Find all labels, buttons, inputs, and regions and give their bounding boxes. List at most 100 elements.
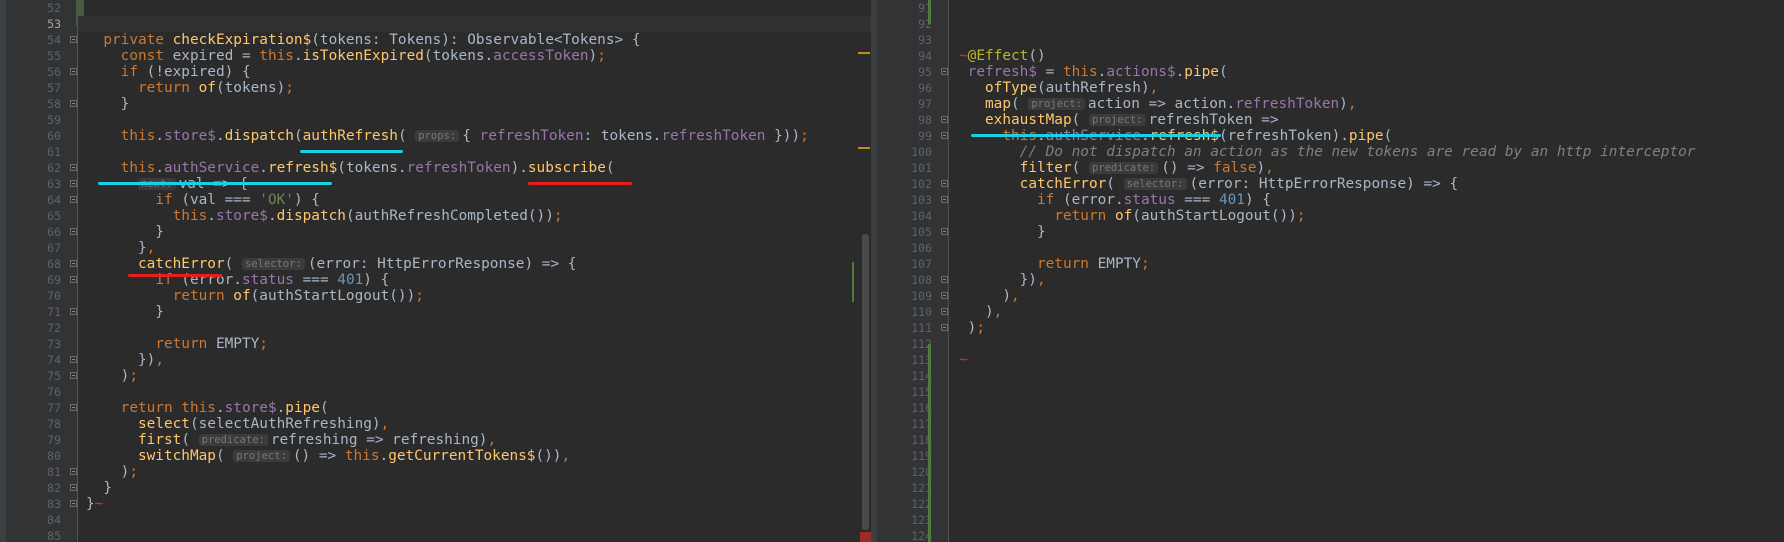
fold-toggle-icon[interactable] [70, 260, 77, 267]
code-line[interactable]: catchError( selector: (error: HttpErrorRe… [86, 256, 809, 272]
code-line[interactable]: first( predicate: refreshing => refreshin… [86, 432, 809, 448]
code-line[interactable]: } [86, 480, 809, 496]
code-line[interactable]: return of(authStartLogout()); [86, 288, 809, 304]
code-line[interactable]: } [959, 224, 1695, 240]
code-line[interactable] [959, 480, 1695, 496]
fold-toggle-icon[interactable] [70, 180, 77, 187]
code-line[interactable]: ), [959, 288, 1695, 304]
fold-toggle-icon[interactable] [70, 100, 77, 107]
code-line[interactable]: }, [86, 240, 809, 256]
fold-toggle-icon[interactable] [941, 132, 948, 139]
code-line[interactable] [959, 336, 1695, 352]
code-line[interactable]: return EMPTY; [959, 256, 1695, 272]
fold-toggle-icon[interactable] [70, 196, 77, 203]
code-line[interactable] [959, 400, 1695, 416]
code-line[interactable] [86, 384, 809, 400]
code-line[interactable]: }~ [86, 496, 809, 512]
code-line[interactable]: } [86, 224, 809, 240]
code-token: . [1097, 64, 1107, 80]
fold-toggle-icon[interactable] [941, 276, 948, 283]
left-code-area[interactable]: private checkExpiration$(tokens: Tokens)… [86, 0, 809, 542]
left-warning-stripe-2[interactable] [858, 147, 870, 149]
code-line[interactable] [86, 112, 809, 128]
fold-toggle-icon[interactable] [941, 228, 948, 235]
fold-toggle-icon[interactable] [70, 356, 77, 363]
fold-toggle-icon[interactable] [70, 468, 77, 475]
code-line[interactable]: switchMap( project:() => this.getCurrent… [86, 448, 809, 464]
code-line[interactable] [959, 512, 1695, 528]
code-line[interactable] [86, 512, 809, 528]
code-line[interactable]: return of(tokens); [86, 80, 809, 96]
code-line[interactable]: ), [959, 304, 1695, 320]
code-line[interactable]: catchError( selector: (error: HttpErrorRe… [959, 176, 1695, 192]
fold-toggle-icon[interactable] [70, 68, 77, 75]
left-error-stripe[interactable] [860, 532, 871, 542]
fold-toggle-icon[interactable] [70, 372, 77, 379]
code-line[interactable]: this.store$.dispatch(authRefresh( props:… [86, 128, 809, 144]
code-line[interactable] [959, 240, 1695, 256]
code-line[interactable] [959, 416, 1695, 432]
code-line[interactable] [86, 528, 809, 542]
code-line[interactable] [959, 32, 1695, 48]
fold-toggle-icon[interactable] [70, 500, 77, 507]
code-line[interactable]: this.store$.dispatch(authRefreshComplete… [86, 208, 809, 224]
code-line[interactable] [959, 448, 1695, 464]
code-line[interactable]: ); [86, 464, 809, 480]
fold-toggle-icon[interactable] [941, 180, 948, 187]
code-line[interactable]: if (val === 'OK') { [86, 192, 809, 208]
code-line[interactable]: refresh$ = this.actions$.pipe( [959, 64, 1695, 80]
code-line[interactable]: select(selectAuthRefreshing), [86, 416, 809, 432]
left-scrollbar-thumb[interactable] [862, 234, 869, 530]
fold-toggle-icon[interactable] [70, 228, 77, 235]
fold-toggle-icon[interactable] [941, 68, 948, 75]
code-line[interactable] [959, 368, 1695, 384]
code-line[interactable]: return EMPTY; [86, 336, 809, 352]
code-line[interactable]: ~@Effect() [959, 48, 1695, 64]
code-line[interactable] [86, 16, 809, 32]
code-line[interactable] [959, 528, 1695, 542]
fold-toggle-icon[interactable] [70, 484, 77, 491]
right-code-area[interactable]: ~@Effect() refresh$ = this.actions$.pipe… [959, 0, 1695, 542]
fold-toggle-icon[interactable] [70, 276, 77, 283]
code-line[interactable] [86, 144, 809, 160]
fold-toggle-icon[interactable] [941, 324, 948, 331]
code-line[interactable]: }), [959, 272, 1695, 288]
code-line[interactable]: }), [86, 352, 809, 368]
fold-toggle-icon[interactable] [70, 404, 77, 411]
fold-toggle-icon[interactable] [70, 36, 77, 43]
fold-toggle-icon[interactable] [70, 308, 77, 315]
code-line[interactable]: if (!expired) { [86, 64, 809, 80]
code-line[interactable]: ); [959, 320, 1695, 336]
code-token: ( [319, 400, 329, 416]
left-warning-stripe-1[interactable] [858, 52, 870, 54]
code-line[interactable]: exhaustMap( project: refreshToken => [959, 112, 1695, 128]
code-line[interactable] [959, 384, 1695, 400]
code-line[interactable] [959, 496, 1695, 512]
code-line[interactable]: private checkExpiration$(tokens: Tokens)… [86, 32, 809, 48]
code-line[interactable]: ~ [959, 352, 1695, 368]
code-line[interactable]: ofType(authRefresh), [959, 80, 1695, 96]
fold-toggle-icon[interactable] [941, 308, 948, 315]
code-line[interactable]: } [86, 304, 809, 320]
code-line[interactable] [959, 16, 1695, 32]
fold-toggle-icon[interactable] [70, 164, 77, 171]
code-line[interactable] [86, 320, 809, 336]
fold-toggle-icon[interactable] [941, 196, 948, 203]
fold-toggle-icon[interactable] [941, 116, 948, 123]
code-line[interactable] [959, 464, 1695, 480]
code-line[interactable] [959, 0, 1695, 16]
code-line[interactable]: const expired = this.isTokenExpired(toke… [86, 48, 809, 64]
code-line[interactable] [959, 432, 1695, 448]
code-token: ; [597, 48, 606, 64]
code-line[interactable]: } [86, 96, 809, 112]
fold-toggle-icon[interactable] [941, 292, 948, 299]
code-line[interactable]: map( project: action => action.refreshTok… [959, 96, 1695, 112]
code-line[interactable]: filter( predicate:() => false), [959, 160, 1695, 176]
code-line[interactable]: ); [86, 368, 809, 384]
code-line[interactable]: return this.store$.pipe( [86, 400, 809, 416]
code-line[interactable]: this.authService.refresh$(tokens.refresh… [86, 160, 809, 176]
code-line[interactable] [86, 0, 809, 16]
code-line[interactable]: if (error.status === 401) { [959, 192, 1695, 208]
code-line[interactable]: // Do not dispatch an action as the new … [959, 144, 1696, 160]
code-line[interactable]: return of(authStartLogout()); [959, 208, 1695, 224]
